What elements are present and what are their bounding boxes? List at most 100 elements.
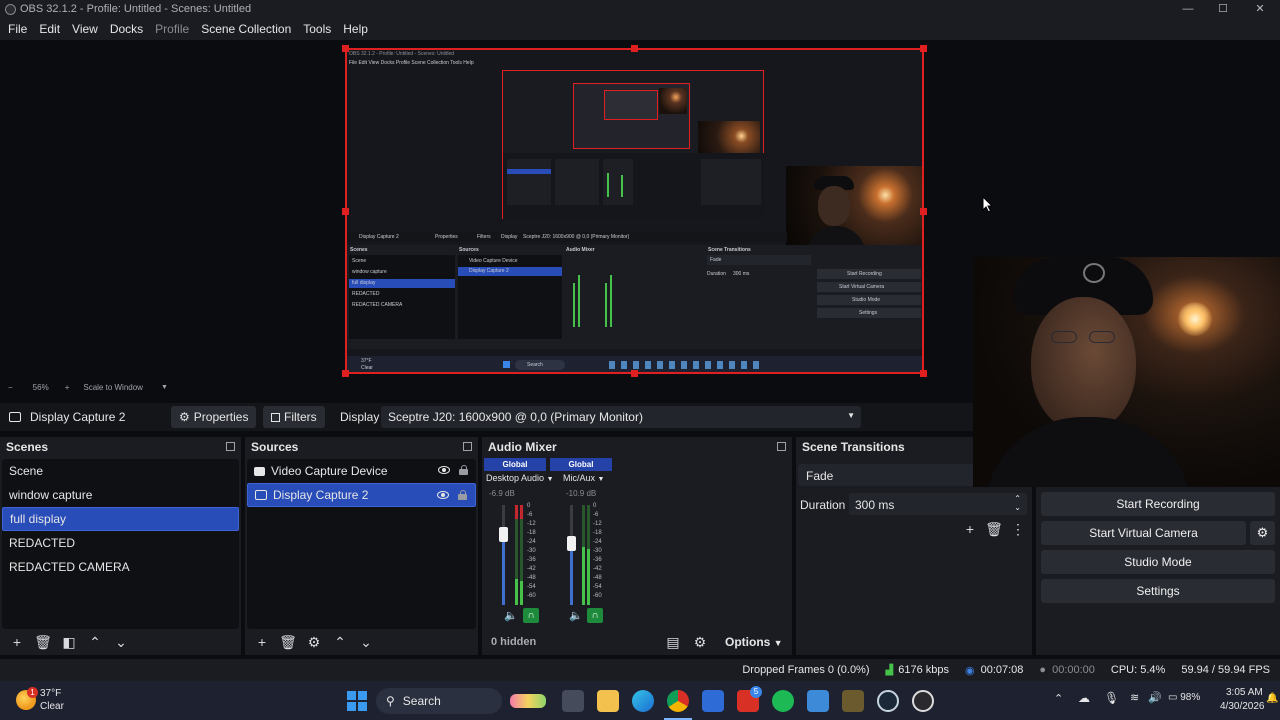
taskbar-search[interactable]: ⚲ Search — [376, 688, 502, 714]
undock-icon[interactable] — [777, 442, 786, 451]
widgets-flowers-icon[interactable] — [510, 694, 546, 708]
settings-button[interactable]: Settings — [1041, 579, 1275, 603]
db-tick-label: -54 — [527, 584, 536, 590]
lock-icon[interactable] — [458, 490, 467, 500]
weather-condition[interactable]: Clear — [40, 701, 64, 712]
notifications-bell-icon[interactable]: 🔔 — [1266, 693, 1278, 704]
scene-item[interactable]: REDACTED — [2, 531, 239, 555]
virtual-camera-settings-gear-icon[interactable]: ⚙ — [1250, 521, 1275, 545]
battery-indicator[interactable]: ▭ 98% — [1168, 692, 1200, 703]
window-title: OBS 32.1.2 - Profile: Untitled - Scenes:… — [20, 3, 252, 15]
scene-item-selected[interactable]: full display — [2, 507, 239, 531]
file-explorer-icon[interactable] — [597, 690, 619, 712]
menu-scene-collection[interactable]: Scene Collection — [195, 22, 297, 36]
mic-aux-label[interactable]: Mic/Aux ▼ — [563, 473, 604, 483]
move-up-icon[interactable]: ⌃ — [329, 632, 351, 652]
resize-handle-l[interactable] — [342, 208, 349, 215]
source-item[interactable]: Video Capture Device — [247, 459, 476, 483]
app-icon[interactable] — [842, 690, 864, 712]
weather-temp[interactable]: 37°F — [40, 688, 61, 699]
mixer-options-button[interactable]: Options ▼ — [725, 635, 783, 649]
speaker-icon[interactable]: 🔈 — [569, 609, 583, 622]
lock-icon[interactable] — [459, 465, 468, 475]
resize-handle-bl[interactable] — [342, 370, 349, 377]
store-icon[interactable] — [702, 690, 724, 712]
eye-icon[interactable] — [438, 466, 450, 474]
scene-item[interactable]: Scene — [2, 459, 239, 483]
close-button[interactable]: ✕ — [1242, 0, 1278, 18]
eye-icon[interactable] — [437, 491, 449, 499]
resize-handle-b[interactable] — [631, 370, 638, 377]
zoom-out-button[interactable]: − — [8, 383, 13, 392]
duration-spinbox[interactable]: 300 ms ⌃ ⌄ — [849, 493, 1027, 515]
tray-overflow-icon[interactable]: ⌃ — [1054, 692, 1063, 705]
start-recording-button[interactable]: Start Recording — [1041, 492, 1275, 516]
add-transition-icon[interactable]: + — [959, 519, 981, 539]
scale-dropdown-icon[interactable]: ▼ — [161, 384, 168, 391]
spotify-icon[interactable] — [772, 690, 794, 712]
menu-view[interactable]: View — [66, 22, 104, 36]
add-source-icon[interactable]: + — [251, 632, 273, 652]
trash-icon[interactable]: 🗑 — [32, 632, 54, 652]
add-scene-icon[interactable]: + — [6, 632, 28, 652]
resize-handle-tl[interactable] — [342, 45, 349, 52]
chrome-icon[interactable] — [667, 690, 689, 712]
advanced-audio-icon[interactable]: ⚙ — [689, 632, 711, 652]
headphones-icon[interactable]: ∩ — [523, 608, 539, 623]
source-item-selected[interactable]: Display Capture 2 — [247, 483, 476, 507]
menu-edit[interactable]: Edit — [33, 22, 66, 36]
scene-item[interactable]: window capture — [2, 483, 239, 507]
menu-tools[interactable]: Tools — [297, 22, 337, 36]
minimize-button[interactable]: — — [1170, 0, 1206, 18]
more-vertical-icon[interactable]: ⋮ — [1007, 519, 1029, 539]
resize-handle-r[interactable] — [920, 208, 927, 215]
microphone-icon[interactable]: 🎙 — [1104, 691, 1119, 705]
gear-icon[interactable]: ⚙ — [303, 632, 325, 652]
undock-icon[interactable] — [463, 442, 472, 451]
properties-button[interactable]: ⚙ Properties — [171, 406, 257, 428]
move-down-icon[interactable]: ⌄ — [110, 632, 132, 652]
preview-display-capture[interactable]: OBS 32.1.2 - Profile: Untitled - Scenes:… — [345, 48, 924, 374]
move-up-icon[interactable]: ⌃ — [84, 632, 106, 652]
studio-mode-button[interactable]: Studio Mode — [1041, 550, 1275, 574]
undock-icon[interactable] — [226, 442, 235, 451]
chevron-down-icon: ▼ — [773, 638, 783, 648]
trash-icon[interactable]: 🗑 — [983, 519, 1005, 539]
edge-browser-icon[interactable] — [632, 690, 654, 712]
mic-aux-fader-knob[interactable] — [567, 536, 576, 551]
wifi-icon[interactable]: ≋ — [1130, 691, 1139, 704]
clock-date[interactable]: 4/30/2026 — [1220, 701, 1265, 712]
filters-button[interactable]: Filters — [263, 406, 325, 428]
headphones-icon[interactable]: ∩ — [587, 608, 603, 623]
trash-icon[interactable]: 🗑 — [277, 632, 299, 652]
filter-icon[interactable]: ◧ — [58, 632, 80, 652]
start-button[interactable] — [346, 690, 368, 712]
display-select[interactable]: Sceptre J20: 1600x900 @ 0,0 (Primary Mon… — [381, 406, 861, 428]
menu-profile[interactable]: Profile — [149, 22, 195, 36]
speaker-icon[interactable]: 🔈 — [504, 609, 518, 622]
menu-docks[interactable]: Docks — [104, 22, 149, 36]
desktop-audio-fader-knob[interactable] — [499, 527, 508, 542]
scene-item[interactable]: REDACTED CAMERA — [2, 555, 239, 579]
scale-mode[interactable]: Scale to Window — [83, 383, 143, 392]
nested-title: OBS 32.1.2 - Profile: Untitled - Scenes:… — [349, 51, 455, 57]
maximize-button[interactable]: ☐ — [1205, 0, 1241, 18]
start-virtual-camera-button[interactable]: Start Virtual Camera — [1041, 521, 1246, 545]
volume-icon[interactable]: 🔊 — [1148, 691, 1162, 704]
move-down-icon[interactable]: ⌄ — [355, 632, 377, 652]
resize-handle-t[interactable] — [631, 45, 638, 52]
layout-icon[interactable]: ▤ — [662, 632, 684, 652]
tray-app-icon[interactable]: ☁ — [1078, 691, 1090, 705]
resize-handle-br[interactable] — [920, 370, 927, 377]
obs-taskbar-icon[interactable] — [912, 690, 934, 712]
resize-handle-tr[interactable] — [920, 45, 927, 52]
steam-icon[interactable] — [877, 690, 899, 712]
clock-time[interactable]: 3:05 AM — [1226, 687, 1263, 698]
spin-arrows-icon[interactable]: ⌃ ⌄ — [1014, 494, 1021, 512]
menu-help[interactable]: Help — [337, 22, 374, 36]
notepad-icon[interactable] — [807, 690, 829, 712]
task-view-icon[interactable] — [562, 690, 584, 712]
desktop-audio-label[interactable]: Desktop Audio ▼ — [486, 473, 554, 483]
menu-file[interactable]: File — [2, 22, 33, 36]
zoom-in-button[interactable]: + — [65, 383, 70, 392]
